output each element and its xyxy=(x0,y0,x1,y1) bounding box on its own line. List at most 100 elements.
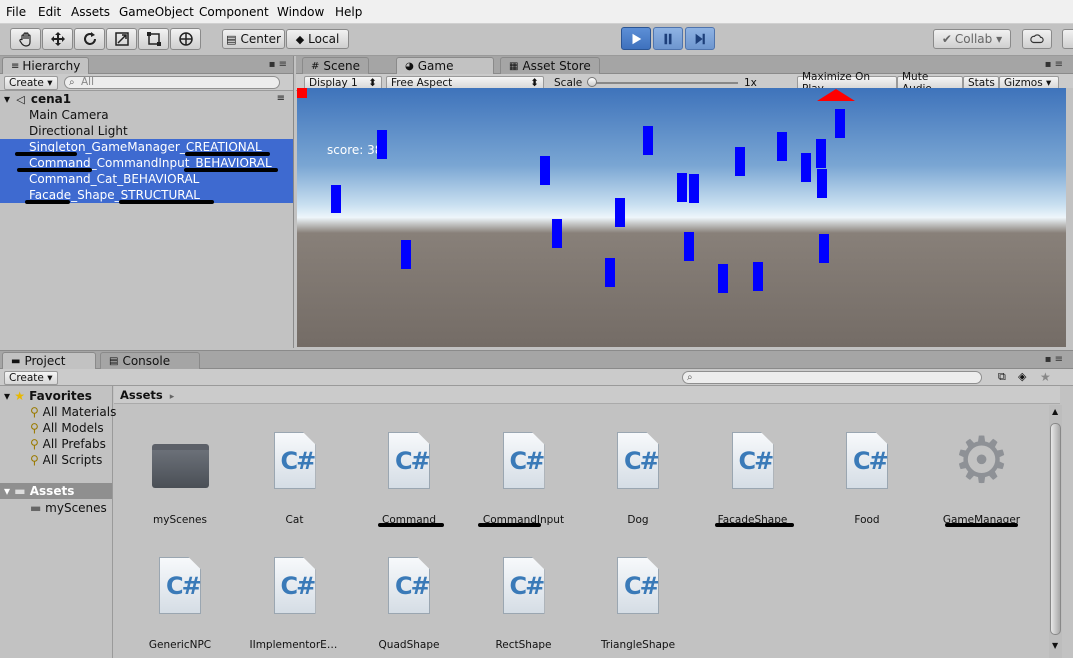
scale-slider-thumb[interactable] xyxy=(587,77,597,87)
game-viewport[interactable]: score: 38 xyxy=(297,88,1066,347)
move-tool-button[interactable] xyxy=(42,28,73,50)
annotation-underline xyxy=(17,168,92,172)
pivot-center-button[interactable]: ▤ Center xyxy=(222,29,285,49)
asset-item[interactable]: C# Command xyxy=(364,432,454,532)
rect-tool-button[interactable] xyxy=(138,28,169,50)
tab-project[interactable]: ▬ Project xyxy=(2,352,96,369)
asset-item[interactable]: C# IImplementorEle... xyxy=(250,557,340,657)
asset-scrollbar[interactable]: ▲ ▼ xyxy=(1049,405,1062,658)
transform-icon xyxy=(178,32,193,46)
favorite-item[interactable]: ⚲ All Scripts xyxy=(30,453,102,467)
hierarchy-tab-label: Hierarchy xyxy=(22,59,81,73)
asset-item[interactable]: C# FacadeShape xyxy=(708,432,798,532)
cloud-icon xyxy=(1030,34,1044,44)
pause-button[interactable] xyxy=(653,27,683,50)
menu-assets[interactable]: Assets xyxy=(71,5,110,19)
cloud-button[interactable] xyxy=(1022,29,1052,49)
filter-type-icon[interactable]: ⧉ xyxy=(998,370,1006,384)
tag-icon[interactable]: ◈ xyxy=(1018,370,1026,383)
scene-menu-icon[interactable]: ≡ xyxy=(277,91,285,107)
expand-arrow-icon[interactable]: ▾ xyxy=(4,389,10,403)
menu-edit[interactable]: Edit xyxy=(38,5,61,19)
menu-gameobject[interactable]: GameObject xyxy=(119,5,194,19)
console-tab-label: Console xyxy=(122,354,171,368)
create-label: Create ▾ xyxy=(9,372,53,384)
breadcrumb-assets[interactable]: Assets xyxy=(120,388,163,402)
asset-item[interactable]: C# CommandInput xyxy=(479,432,569,532)
asset-item[interactable]: C# GenericNPC xyxy=(135,557,225,657)
star-icon[interactable]: ★ xyxy=(1040,370,1051,384)
hierarchy-item[interactable]: Command_Cat_BEHAVIORAL xyxy=(0,171,293,187)
expand-arrow-icon[interactable]: ▾ xyxy=(4,484,10,498)
annotation-underline xyxy=(715,523,794,527)
hand-tool-button[interactable] xyxy=(10,28,41,50)
folder-item[interactable]: ▬ myScenes xyxy=(30,501,107,515)
hierarchy-item[interactable]: Directional Light xyxy=(0,123,293,139)
expand-arrow-icon[interactable]: ▾ xyxy=(4,92,10,106)
asset-label: IImplementorEle... xyxy=(249,639,340,651)
scrollbar-thumb[interactable] xyxy=(1050,423,1061,635)
pivot-local-button[interactable]: ◆ Local xyxy=(286,29,349,49)
favorite-item[interactable]: ⚲ All Materials xyxy=(30,405,116,419)
asset-item[interactable]: C# RectShape xyxy=(479,557,569,657)
tab-scene[interactable]: # Scene xyxy=(302,57,369,74)
favorite-item[interactable]: ⚲ All Models xyxy=(30,421,104,435)
asset-label: GenericNPC xyxy=(148,639,212,651)
collab-button[interactable]: ✔ Collab ▾ xyxy=(933,29,1011,49)
asset-item[interactable]: C# Food xyxy=(822,432,912,532)
asset-item[interactable]: ⚙ GameManager xyxy=(937,424,1027,532)
scale-tool-button[interactable] xyxy=(106,28,137,50)
hierarchy-tabstrip: ≡ Hierarchy ▪ ≡ xyxy=(0,56,293,74)
asset-item[interactable]: C# QuadShape xyxy=(364,557,454,657)
menu-window[interactable]: Window xyxy=(277,5,324,19)
project-panel: ▬ Project ▤ Console ▪ ≡ Create ▾ ⌕ ⧉ ◈ ★… xyxy=(0,350,1073,658)
scale-slider-track[interactable] xyxy=(588,82,738,84)
hierarchy-item[interactable]: Main Camera xyxy=(0,107,293,123)
project-create-button[interactable]: Create ▾ xyxy=(4,371,58,385)
hierarchy-search-input[interactable]: ⌕ All xyxy=(64,76,280,89)
menu-file[interactable]: File xyxy=(6,5,26,19)
scroll-up-icon[interactable]: ▲ xyxy=(1052,407,1058,416)
play-button[interactable] xyxy=(621,27,651,50)
project-search-input[interactable]: ⌕ xyxy=(682,371,982,384)
hierarchy-create-button[interactable]: Create ▾ xyxy=(4,76,58,90)
red-marker xyxy=(297,88,307,98)
asset-label: Cat xyxy=(285,514,304,526)
scene-header[interactable]: ▾ ◁ cena1 ≡ xyxy=(0,91,293,107)
favorites-header[interactable]: ▾ ★ Favorites xyxy=(4,389,92,403)
panel-menu-icon[interactable]: ▪ ≡ xyxy=(269,59,287,70)
asset-item[interactable]: C# Dog xyxy=(593,432,683,532)
asset-item[interactable]: C# TriangleShape xyxy=(593,557,683,657)
panel-menu-icon[interactable]: ▪ ≡ xyxy=(1045,59,1063,70)
tab-console[interactable]: ▤ Console xyxy=(100,352,200,369)
folder-icon: ▬ xyxy=(30,501,42,515)
tab-asset-store[interactable]: ▦ Asset Store xyxy=(500,57,600,74)
blue-cube xyxy=(377,130,387,159)
tab-hierarchy[interactable]: ≡ Hierarchy xyxy=(2,57,90,74)
blue-cube xyxy=(777,132,787,161)
asset-item[interactable]: myScenes xyxy=(135,432,225,532)
asset-item[interactable]: C# Cat xyxy=(250,432,340,532)
rotate-tool-button[interactable] xyxy=(74,28,105,50)
scroll-down-icon[interactable]: ▼ xyxy=(1052,641,1058,650)
tab-game[interactable]: ◕ Game xyxy=(396,57,494,74)
panel-menu-icon[interactable]: ▪ ≡ xyxy=(1045,354,1063,365)
transform-tool-button[interactable] xyxy=(170,28,201,50)
csharp-script-icon: C# xyxy=(502,432,545,489)
gear-icon: ⚙ xyxy=(952,424,1011,498)
csharp-script-icon: C# xyxy=(388,432,430,489)
step-button[interactable] xyxy=(685,27,715,50)
breadcrumb: Assets ▸ xyxy=(114,386,1060,404)
favorite-item[interactable]: ⚲ All Prefabs xyxy=(30,437,106,451)
account-button[interactable] xyxy=(1062,29,1073,49)
menu-component[interactable]: Component xyxy=(199,5,269,19)
pivot-icon: ▤ xyxy=(226,32,237,46)
asset-label: Food xyxy=(854,514,880,526)
blue-cube xyxy=(401,240,411,269)
assets-tree-header[interactable]: ▾ ▬ Assets xyxy=(0,483,112,499)
annotation-underline xyxy=(378,523,444,527)
asset-label: myScenes xyxy=(153,514,207,526)
main-toolbar: ▤ Center ◆ Local ✔ Collab ▾ xyxy=(0,24,1073,56)
menu-help[interactable]: Help xyxy=(335,5,362,19)
project-toolbar: Create ▾ ⌕ ⧉ ◈ ★ xyxy=(0,369,1073,386)
